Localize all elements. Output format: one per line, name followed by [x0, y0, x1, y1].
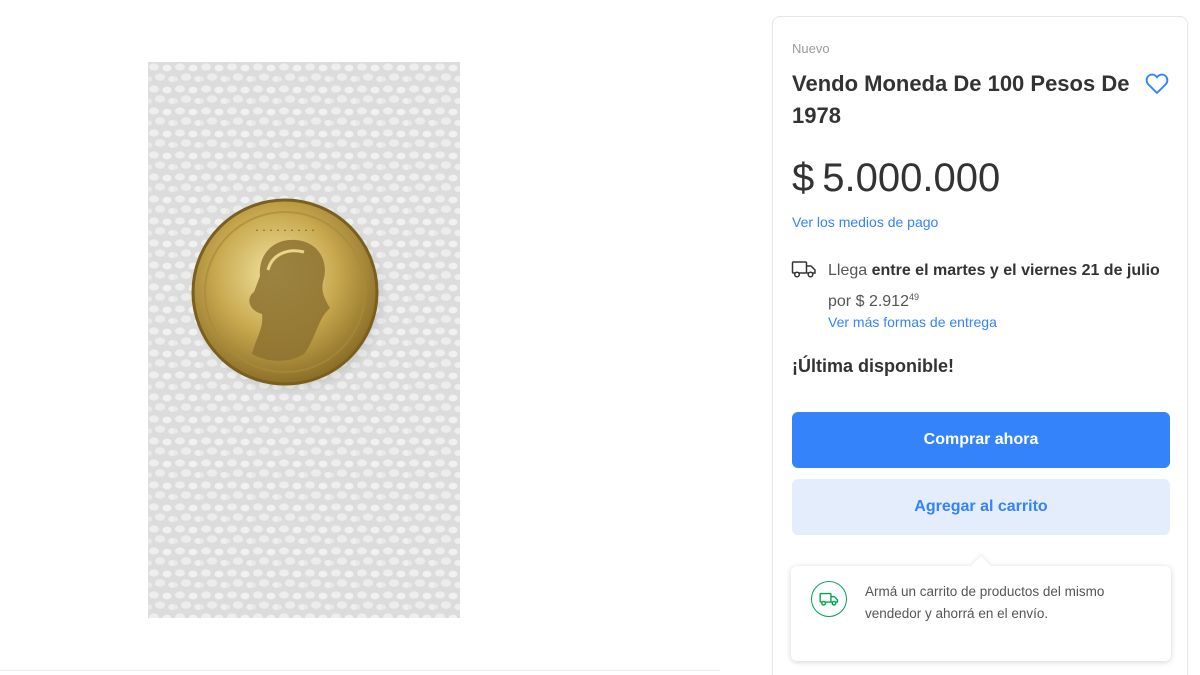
- price-amount: 5.000.000: [822, 156, 1001, 200]
- buy-now-button[interactable]: Comprar ahora: [792, 412, 1170, 468]
- heart-icon[interactable]: [1143, 69, 1171, 97]
- price: $5.000.000: [792, 156, 1000, 201]
- svg-text:· · · · · · · · ·: · · · · · · · · ·: [255, 224, 314, 237]
- divider: [0, 670, 720, 671]
- condition-label: Nuevo: [792, 41, 830, 56]
- cart-truck-icon: [811, 581, 847, 617]
- truck-icon: [791, 259, 817, 279]
- product-title: Vendo Moneda De 100 Pesos De 1978: [792, 71, 1130, 128]
- shipping-cost: $ 2.91249: [855, 292, 919, 310]
- cart-tip-text: Armá un carrito de productos del mismo v…: [865, 584, 1105, 621]
- buy-box: Nuevo Vendo Moneda De 100 Pesos De 1978 …: [772, 16, 1188, 675]
- cart-tooltip: Armá un carrito de productos del mismo v…: [791, 566, 1171, 661]
- currency-symbol: $: [792, 156, 815, 200]
- payment-methods-link[interactable]: Ver los medios de pago: [792, 214, 938, 230]
- add-to-cart-button[interactable]: Agregar al carrito: [792, 479, 1170, 535]
- delivery-estimate: Llega entre el martes y el viernes 21 de…: [828, 262, 1160, 310]
- product-gallery: · · · · · · · · ·: [0, 0, 760, 675]
- stock-status: ¡Última disponible!: [792, 356, 954, 376]
- product-photo[interactable]: · · · · · · · · ·: [148, 62, 460, 618]
- delivery-date: 21 de julio: [1081, 262, 1160, 279]
- more-delivery-options-link[interactable]: Ver más formas de entrega: [828, 314, 997, 330]
